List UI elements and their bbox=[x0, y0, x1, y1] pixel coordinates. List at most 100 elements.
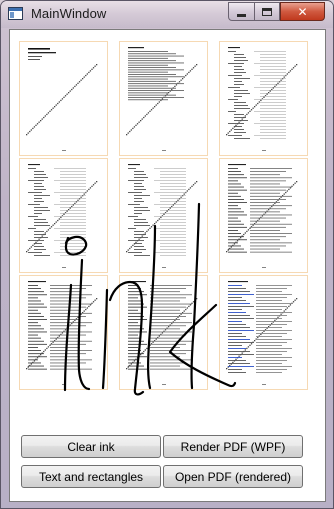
page-thumbnail-2[interactable] bbox=[119, 41, 208, 156]
text-line bbox=[50, 303, 92, 305]
text-line bbox=[60, 189, 86, 190]
text-line bbox=[250, 242, 292, 244]
text-line bbox=[228, 251, 247, 253]
title-bar[interactable]: MainWindow ✕ bbox=[1, 1, 333, 28]
text-line bbox=[28, 52, 56, 54]
text-line bbox=[260, 60, 286, 61]
text-dot bbox=[249, 344, 251, 346]
render-pdf-wpf-button[interactable]: Render PDF (WPF) bbox=[163, 435, 303, 458]
page-thumbnail-7[interactable] bbox=[19, 275, 108, 390]
text-dot bbox=[29, 247, 31, 250]
text-dot bbox=[141, 235, 143, 237]
text-line bbox=[234, 96, 242, 97]
text-dot bbox=[158, 218, 160, 220]
text-line bbox=[50, 356, 80, 358]
text-dot bbox=[27, 132, 29, 134]
text-dot bbox=[289, 304, 292, 306]
page-thumbnail-8[interactable] bbox=[119, 275, 208, 390]
text-line bbox=[128, 164, 140, 166]
text-dot bbox=[264, 212, 267, 214]
text-dot bbox=[230, 129, 232, 131]
text-line bbox=[260, 132, 286, 133]
text-line bbox=[154, 228, 186, 229]
text-line bbox=[134, 195, 150, 196]
text-line bbox=[160, 219, 186, 220]
text-dot bbox=[136, 357, 139, 359]
text-line bbox=[160, 243, 186, 244]
text-dot bbox=[194, 65, 196, 67]
text-line bbox=[228, 202, 247, 203]
text-line bbox=[228, 195, 241, 197]
page-content bbox=[126, 281, 198, 385]
text-dot bbox=[291, 68, 293, 70]
text-line bbox=[228, 357, 242, 358]
text-line bbox=[50, 312, 92, 314]
clear-ink-button[interactable]: Clear ink bbox=[21, 435, 161, 458]
maximize-button[interactable] bbox=[254, 2, 280, 21]
text-dot bbox=[227, 132, 229, 134]
text-line bbox=[134, 222, 148, 223]
text-line bbox=[256, 360, 287, 361]
text-dot bbox=[46, 347, 48, 350]
text-dot bbox=[191, 68, 193, 70]
text-line bbox=[28, 322, 38, 324]
page-thumbnail-1[interactable] bbox=[19, 41, 108, 156]
text-dot bbox=[43, 116, 45, 119]
text-line bbox=[60, 171, 86, 172]
text-line bbox=[250, 180, 286, 182]
text-dot bbox=[154, 223, 156, 225]
text-dot bbox=[174, 85, 176, 88]
text-line bbox=[234, 66, 242, 67]
ink-canvas-area[interactable] bbox=[9, 29, 326, 502]
text-line bbox=[160, 246, 186, 247]
text-dot bbox=[280, 79, 282, 81]
text-dot bbox=[169, 207, 171, 209]
text-line bbox=[250, 174, 280, 176]
text-line bbox=[160, 231, 186, 232]
text-line bbox=[260, 129, 286, 130]
text-line bbox=[256, 303, 292, 304]
text-dot bbox=[233, 243, 236, 245]
text-dot bbox=[144, 349, 146, 351]
open-pdf-rendered-button[interactable]: Open PDF (rendered) bbox=[163, 465, 303, 488]
text-dot bbox=[58, 218, 60, 220]
text-line bbox=[34, 174, 46, 175]
page-thumbnail-5[interactable] bbox=[119, 158, 208, 273]
text-dot bbox=[71, 205, 73, 208]
minimize-button[interactable] bbox=[228, 2, 255, 21]
text-line bbox=[34, 222, 48, 223]
text-dot bbox=[96, 64, 98, 66]
text-dot bbox=[66, 210, 68, 212]
text-and-rectangles-button[interactable]: Text and rectangles bbox=[21, 465, 161, 488]
page-thumbnail-4[interactable] bbox=[19, 158, 108, 273]
text-dot bbox=[283, 76, 285, 78]
text-dot bbox=[85, 308, 87, 311]
page-thumbnail-9[interactable] bbox=[219, 275, 308, 390]
text-dot bbox=[149, 344, 151, 346]
text-line bbox=[260, 57, 286, 58]
text-dot bbox=[149, 227, 151, 229]
page-thumbnail-3[interactable] bbox=[219, 41, 308, 156]
text-line bbox=[128, 347, 138, 348]
text-line bbox=[28, 48, 50, 50]
text-line bbox=[60, 174, 86, 175]
text-line bbox=[34, 219, 46, 220]
text-dot bbox=[171, 205, 173, 208]
text-dot bbox=[35, 241, 37, 243]
text-line bbox=[128, 362, 141, 364]
text-line bbox=[34, 189, 46, 190]
text-dot bbox=[149, 110, 151, 112]
text-dot bbox=[78, 81, 81, 83]
text-line bbox=[228, 211, 244, 213]
text-dot bbox=[129, 130, 131, 133]
close-button[interactable]: ✕ bbox=[280, 2, 325, 21]
text-dot bbox=[296, 181, 298, 183]
text-dot bbox=[166, 210, 168, 212]
text-line bbox=[150, 322, 192, 324]
text-line bbox=[256, 294, 292, 295]
text-line bbox=[54, 180, 86, 181]
text-dot bbox=[32, 244, 34, 247]
page-thumbnail-6[interactable] bbox=[219, 158, 308, 273]
text-line bbox=[28, 316, 44, 317]
text-dot bbox=[155, 338, 157, 340]
